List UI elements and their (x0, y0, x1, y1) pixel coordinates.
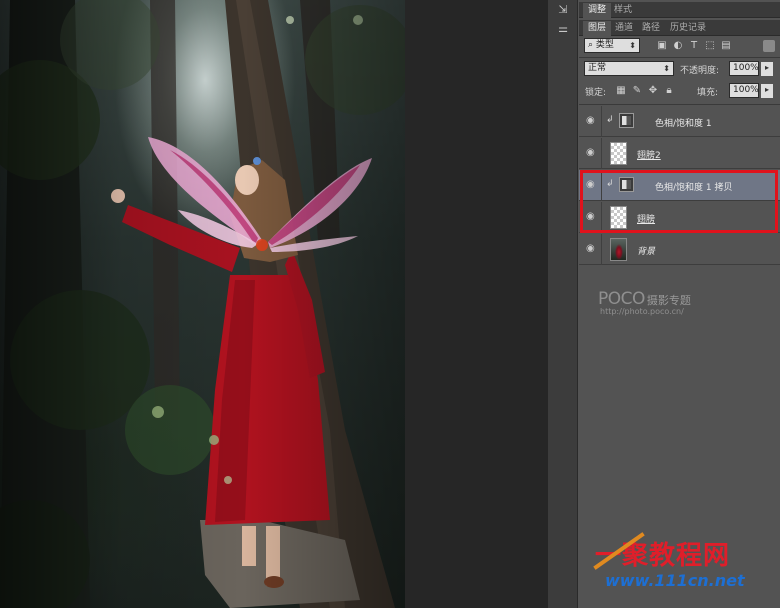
photo-vignette (0, 0, 405, 608)
layer-name: 色相/饱和度 1 (655, 119, 712, 129)
lock-transparent-icon[interactable]: ▦ (615, 85, 627, 97)
lock-image-icon[interactable]: ✎ (631, 85, 643, 97)
tab-channels[interactable]: 通道 (610, 21, 638, 36)
layers-tabbar: 图层 通道 路径 历史记录 (579, 20, 780, 36)
tab-paths[interactable]: 路径 (637, 21, 665, 36)
adjustments-sliders-icon[interactable]: ⚌ (554, 21, 572, 37)
dropdown-arrow-icon: ⬍ (663, 64, 670, 73)
tab-styles[interactable]: 样式 (609, 3, 637, 18)
divider (601, 106, 602, 137)
layer-row[interactable]: ◉ 背景 (579, 234, 780, 265)
clipping-mask-icon: ↲ (606, 115, 614, 125)
smart-object-filter-icon[interactable]: ▤ (720, 40, 732, 52)
blend-mode-value: 正常 (588, 63, 607, 73)
divider (579, 57, 780, 58)
opacity-input[interactable]: 100% (729, 61, 759, 76)
annotation-highlight-box (580, 170, 778, 233)
blend-row: 正常 ⬍ 不透明度: 100% ▸ (579, 61, 780, 78)
filter-toggle[interactable] (763, 40, 775, 52)
filter-type-label: 类型 (595, 40, 614, 50)
opacity-label: 不透明度: (680, 66, 720, 76)
tab-layers[interactable]: 图层 (583, 21, 612, 36)
visibility-eye-icon[interactable]: ◉ (586, 244, 596, 254)
background-thumbnail[interactable] (610, 238, 627, 261)
shape-filter-icon[interactable]: ⬚ (704, 40, 716, 52)
adjustment-thumbnail[interactable] (619, 113, 634, 128)
filter-row: ⌕ 类型 ⬍ ▣ ◐ T ⬚ ▤ (579, 38, 780, 56)
site-watermark: 一聚教程网 www.111cn.net (593, 532, 745, 590)
blend-mode-select[interactable]: 正常 ⬍ (584, 61, 674, 76)
visibility-eye-icon[interactable]: ◉ (586, 148, 596, 158)
poco-label: 摄影专题 (646, 294, 691, 307)
poco-brand: POCO (598, 289, 645, 309)
tab-adjustments[interactable]: 调整 (583, 3, 612, 18)
type-filter-icon[interactable]: T (688, 40, 700, 52)
adjustment-filter-icon[interactable]: ◐ (672, 40, 684, 52)
lock-label: 锁定: (585, 88, 607, 98)
dropdown-arrow-icon: ⬍ (629, 41, 636, 50)
visibility-eye-icon[interactable]: ◉ (586, 116, 596, 126)
lock-position-icon[interactable]: ✥ (647, 85, 659, 97)
search-icon: ⌕ (588, 40, 596, 50)
lock-all-icon[interactable]: 🔒︎ (663, 85, 675, 97)
poco-url: http://photo.poco.cn/ (600, 307, 684, 316)
layer-name: 背景 (637, 247, 656, 257)
layer-thumbnail[interactable] (610, 142, 627, 165)
lock-row: 锁定: ▦ ✎ ✥ 🔒︎ 填充: 100% ▸ (579, 83, 780, 100)
fill-input[interactable]: 100% (729, 83, 759, 98)
document-canvas[interactable] (0, 0, 548, 608)
opacity-slider-arrow-icon[interactable]: ▸ (761, 62, 773, 76)
adjustments-tabbar: 调整 样式 (579, 2, 780, 18)
canvas-pasteboard (405, 0, 548, 608)
collapsed-panel-strip: ⇲ ⚌ (548, 0, 578, 608)
brush-preset-icon[interactable]: ⇲ (554, 2, 572, 18)
fill-label: 填充: (697, 88, 719, 98)
image-filter-icon[interactable]: ▣ (656, 40, 668, 52)
site-url: www.111cn.net (605, 571, 745, 590)
poco-watermark: POCO 摄影专题 http://photo.poco.cn/ (598, 289, 691, 316)
filter-type-select[interactable]: ⌕ 类型 ⬍ (584, 38, 640, 53)
divider (601, 234, 602, 265)
layer-name: 翅膀2 (637, 151, 661, 161)
fill-slider-arrow-icon[interactable]: ▸ (761, 84, 773, 98)
layer-row[interactable]: ◉ ↲ 色相/饱和度 1 (579, 106, 780, 137)
tab-history[interactable]: 历史记录 (665, 21, 711, 36)
layer-row[interactable]: ◉ 翅膀2 (579, 138, 780, 169)
divider (579, 104, 780, 105)
divider (601, 138, 602, 169)
